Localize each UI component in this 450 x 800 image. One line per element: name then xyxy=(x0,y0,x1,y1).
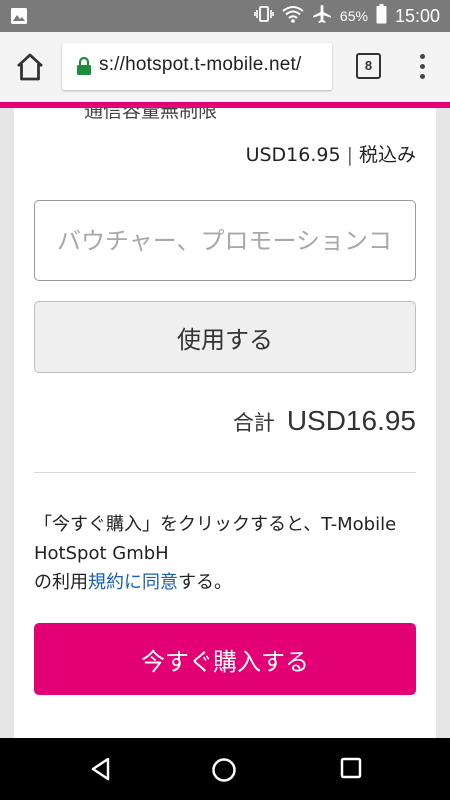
voucher-code-input[interactable] xyxy=(34,200,416,281)
battery-icon xyxy=(376,4,387,28)
vibrate-icon xyxy=(254,5,274,27)
battery-percent: 65% xyxy=(339,8,368,24)
browser-toolbar: s://hotspot.t-mobile.net/ 8 xyxy=(0,32,450,102)
wifi-icon xyxy=(282,5,304,27)
total-line: 合計 USD16.95 xyxy=(233,405,416,437)
image-icon xyxy=(10,7,28,29)
price-value: USD16.95 xyxy=(245,144,341,166)
buy-now-button[interactable]: 今すぐ購入する xyxy=(34,623,416,695)
navigation-bar xyxy=(0,738,450,800)
cut-off-heading: 通信容量無制限 xyxy=(84,108,218,122)
home-icon[interactable] xyxy=(14,52,46,82)
recents-icon[interactable] xyxy=(340,757,362,783)
status-bar: 65% 15:00 xyxy=(0,0,450,32)
lock-icon xyxy=(76,56,92,76)
terms-text: 「今すぐ購入」をクリックすると、T-Mobile HotSpot GmbH の利… xyxy=(34,510,429,597)
nav-home-icon[interactable] xyxy=(211,757,237,787)
airplane-icon xyxy=(312,4,332,28)
back-icon[interactable] xyxy=(89,757,113,785)
clock: 15:00 xyxy=(394,5,440,26)
terms-middle: の利用 xyxy=(34,572,88,593)
price-separator: | xyxy=(346,144,353,166)
url-text: s://hotspot.t-mobile.net/ xyxy=(99,54,302,75)
total-value: USD16.95 xyxy=(286,405,416,436)
tabs-icon[interactable]: 8 xyxy=(356,53,381,79)
divider xyxy=(34,472,416,473)
menu-icon[interactable] xyxy=(412,52,432,82)
price-line: USD16.95 | 税込み xyxy=(246,140,416,167)
terms-prefix: 「今すぐ購入」をクリックすると、T-Mobile HotSpot GmbH xyxy=(34,514,397,564)
tax-included-label: 税込み xyxy=(358,144,416,166)
terms-suffix: する。 xyxy=(178,572,232,593)
use-voucher-button[interactable]: 使用する xyxy=(34,301,416,373)
terms-link[interactable]: 規約に同意 xyxy=(88,572,178,593)
total-label: 合計 xyxy=(232,411,275,435)
checkout-card: 通信容量無制限 USD16.95|税込み 使用する 合計USD16.95 「今す… xyxy=(14,108,436,738)
address-bar[interactable]: s://hotspot.t-mobile.net/ xyxy=(62,43,332,90)
